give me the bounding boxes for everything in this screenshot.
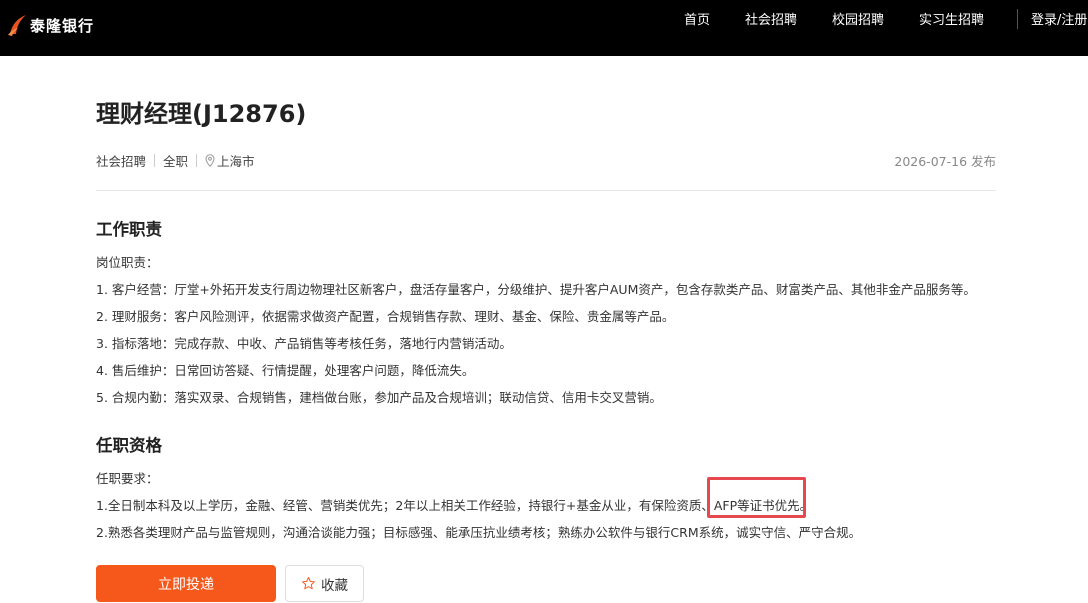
requirements-heading: 任职资格	[96, 436, 162, 455]
brand-name: 泰隆银行	[30, 16, 95, 35]
requirements-intro: 任职要求：	[96, 471, 159, 486]
nav-intern-recruitment[interactable]: 实习生招聘	[919, 9, 984, 28]
meta-divider	[196, 153, 198, 167]
job-location: 上海市	[217, 153, 255, 169]
nav-divider	[1017, 9, 1018, 29]
favorite-label: 收藏	[321, 577, 348, 594]
star-icon	[302, 577, 315, 590]
nav-social-recruitment[interactable]: 社会招聘	[745, 9, 797, 28]
duty-item: 3. 指标落地：完成存款、中收、产品销售等考核任务，落地行内营销活动。	[96, 336, 512, 351]
header-divider	[96, 190, 996, 191]
annotation-highlight-box	[707, 477, 806, 518]
job-title: 理财经理(J12876)	[96, 100, 307, 128]
job-employment: 全职	[163, 153, 189, 169]
duty-item: 1. 客户经营：厅堂+外拓开发支行周边物理社区新客户，盘活存量客户，分级维护、提…	[96, 282, 976, 297]
brand-logo[interactable]: 泰隆银行	[6, 10, 94, 40]
apply-button[interactable]: 立即投递	[96, 565, 276, 602]
top-nav-bar: 泰隆银行 首页 社会招聘 校园招聘 实习生招聘 登录/注册	[0, 0, 1088, 56]
requirement-item: 1.全日制本科及以上学历，金融、经管、营销类优先；2年以上相关工作经验，持银行+…	[96, 498, 813, 513]
duties-intro: 岗位职责：	[96, 255, 159, 270]
meta-divider	[154, 153, 156, 167]
job-meta: 社会招聘 全职 上海市	[96, 151, 255, 169]
location-pin-icon	[205, 153, 215, 167]
requirement-item: 2.熟悉各类理财产品与监管规则，沟通洽谈能力强；目标感强、能承压抗业绩考核；熟练…	[96, 525, 862, 540]
job-type: 社会招聘	[96, 153, 147, 169]
publish-date: 2026-07-16 发布	[894, 154, 996, 169]
duty-item: 5. 合规内勤：落实双录、合规销售，建档做台账，参加产品及合规培训；联动信贷、信…	[96, 390, 662, 405]
nav-campus-recruitment[interactable]: 校园招聘	[832, 9, 884, 28]
login-register-link[interactable]: 登录/注册	[1031, 9, 1087, 28]
duty-item: 4. 售后维护：日常回访答疑、行情提醒，处理客户问题，降低流失。	[96, 363, 475, 378]
nav-home[interactable]: 首页	[684, 9, 710, 28]
duties-heading: 工作职责	[96, 220, 162, 239]
favorite-button[interactable]: 收藏	[285, 565, 364, 602]
duty-item: 2. 理财服务：客户风险测评，依据需求做资产配置，合规销售存款、理财、基金、保险…	[96, 309, 675, 324]
brand-logo-icon	[8, 15, 26, 36]
